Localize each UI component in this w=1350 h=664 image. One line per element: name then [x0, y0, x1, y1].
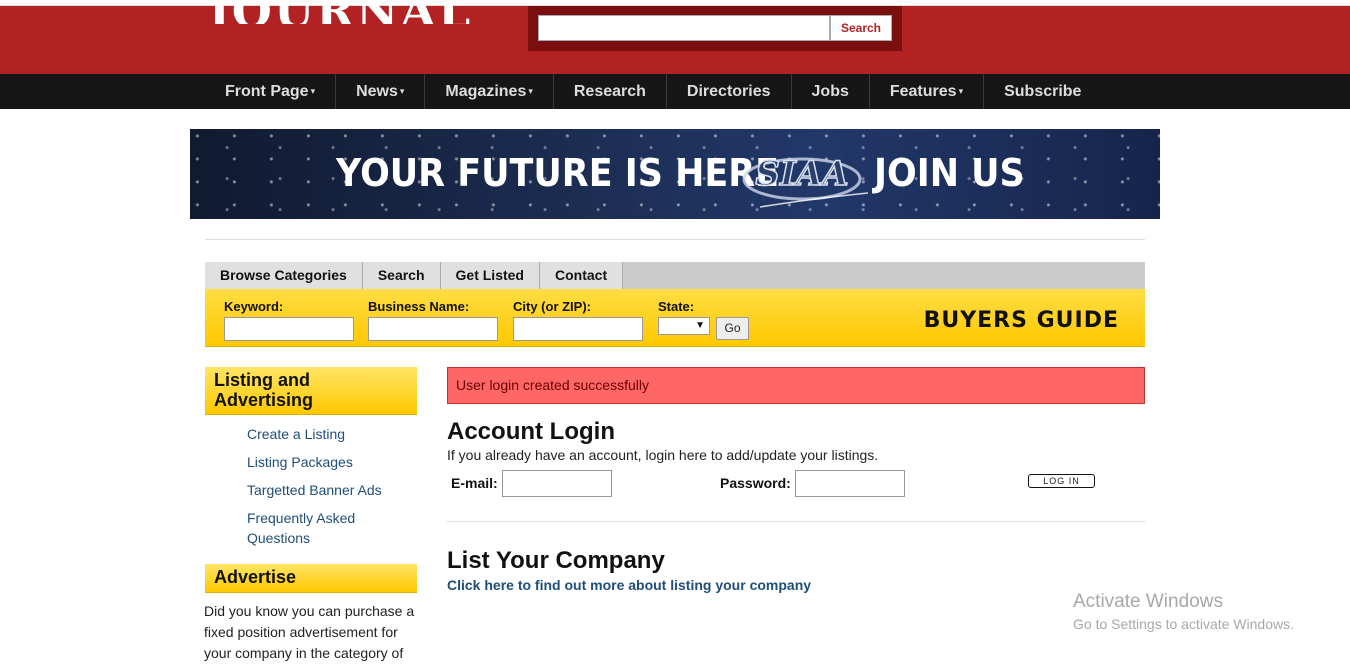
account-login-description: If you already have an account, login he… — [447, 447, 879, 463]
email-label: E-mail: — [451, 475, 498, 491]
divider — [447, 521, 1145, 522]
nav-research[interactable]: Research — [554, 74, 667, 109]
buyers-guide-title: BUYERS GUIDE — [923, 308, 1119, 333]
state-label: State: — [658, 299, 695, 314]
sidebar-link-banner-ads[interactable]: Targetted Banner Ads — [247, 480, 417, 500]
business-field-group: Business Name: — [368, 299, 498, 341]
business-name-label: Business Name: — [368, 299, 470, 314]
advertise-heading: Advertise — [205, 564, 417, 593]
buyers-guide-search-form: Keyword: Business Name: City (or ZIP): S… — [205, 289, 1145, 347]
siaa-logo-icon: SIAA — [742, 153, 869, 208]
banner-cta: JOIN US — [874, 151, 1025, 195]
state-select[interactable]: ▼ — [658, 317, 710, 335]
divider — [205, 239, 1145, 240]
buyers-guide-tabs: Browse Categories Search Get Listed Cont… — [205, 262, 1145, 289]
list-company-title: List Your Company — [447, 547, 665, 574]
listing-advertising-heading: Listing and Advertising — [205, 367, 417, 415]
chevron-down-icon: ▾ — [958, 86, 964, 96]
account-login-title: Account Login — [447, 418, 615, 445]
advertise-text: Did you know you can purchase a fixed po… — [204, 603, 415, 661]
sidebar-links: Create a Listing Listing Packages Target… — [247, 424, 417, 556]
list-company-link[interactable]: Click here to find out more about listin… — [447, 577, 811, 593]
sidebar-link-listing-packages[interactable]: Listing Packages — [247, 452, 417, 472]
business-name-input[interactable] — [368, 317, 498, 341]
chevron-down-icon: ▾ — [399, 86, 405, 96]
nav-features[interactable]: Features ▾ — [870, 74, 985, 109]
sidebar-link-create-listing[interactable]: Create a Listing — [247, 424, 417, 444]
password-field[interactable] — [795, 470, 905, 497]
banner-headline: YOUR FUTURE IS HERE — [336, 151, 780, 195]
dropdown-arrow-icon: ▼ — [695, 320, 705, 331]
city-label: City (or ZIP): — [513, 299, 591, 314]
nav-news[interactable]: News ▾ — [336, 74, 426, 109]
activation-watermark-subtitle: Go to Settings to activate Windows. — [1073, 616, 1294, 632]
chevron-down-icon: ▾ — [310, 86, 316, 96]
chevron-down-icon: ▾ — [528, 86, 533, 96]
login-button[interactable]: LOG IN — [1028, 474, 1095, 488]
search-input[interactable] — [538, 15, 830, 41]
sidebar-link-faq[interactable]: Frequently Asked Questions — [247, 508, 417, 548]
tab-get-listed[interactable]: Get Listed — [440, 262, 540, 289]
city-field-group: City (or ZIP): — [513, 299, 643, 341]
state-field-group: State: ▼ — [658, 299, 710, 335]
nav-jobs[interactable]: Jobs — [792, 74, 870, 109]
activation-watermark-title: Activate Windows — [1073, 591, 1223, 612]
email-field[interactable] — [502, 470, 612, 497]
tab-search[interactable]: Search — [362, 262, 441, 289]
main-nav: Front Page ▾ News ▾ Magazines ▾ Research Di… — [0, 74, 1350, 109]
city-input[interactable] — [513, 317, 643, 341]
search-button[interactable]: Search — [830, 15, 892, 41]
site-search: Search — [528, 6, 902, 51]
keyword-field-group: Keyword: — [224, 299, 354, 341]
password-label: Password: — [720, 475, 791, 491]
site-header: JOURNAL Search — [0, 0, 1350, 74]
nav-subscribe[interactable]: Subscribe — [984, 74, 1101, 109]
tab-browse-categories[interactable]: Browse Categories — [205, 262, 363, 289]
svg-text:SIAA: SIAA — [755, 154, 848, 194]
nav-directories[interactable]: Directories — [667, 74, 792, 109]
banner-ad[interactable]: YOUR FUTURE IS HERE SIAA JOIN US — [190, 129, 1160, 219]
site-logo[interactable]: JOURNAL — [208, 0, 472, 24]
go-button[interactable]: Go — [716, 317, 749, 340]
keyword-input[interactable] — [224, 317, 354, 341]
nav-magazines[interactable]: Magazines ▾ — [425, 74, 554, 109]
tab-contact[interactable]: Contact — [540, 262, 624, 289]
nav-front-page[interactable]: Front Page ▾ — [205, 74, 337, 109]
keyword-label: Keyword: — [224, 299, 284, 314]
success-alert: User login created successfully — [447, 367, 1145, 404]
